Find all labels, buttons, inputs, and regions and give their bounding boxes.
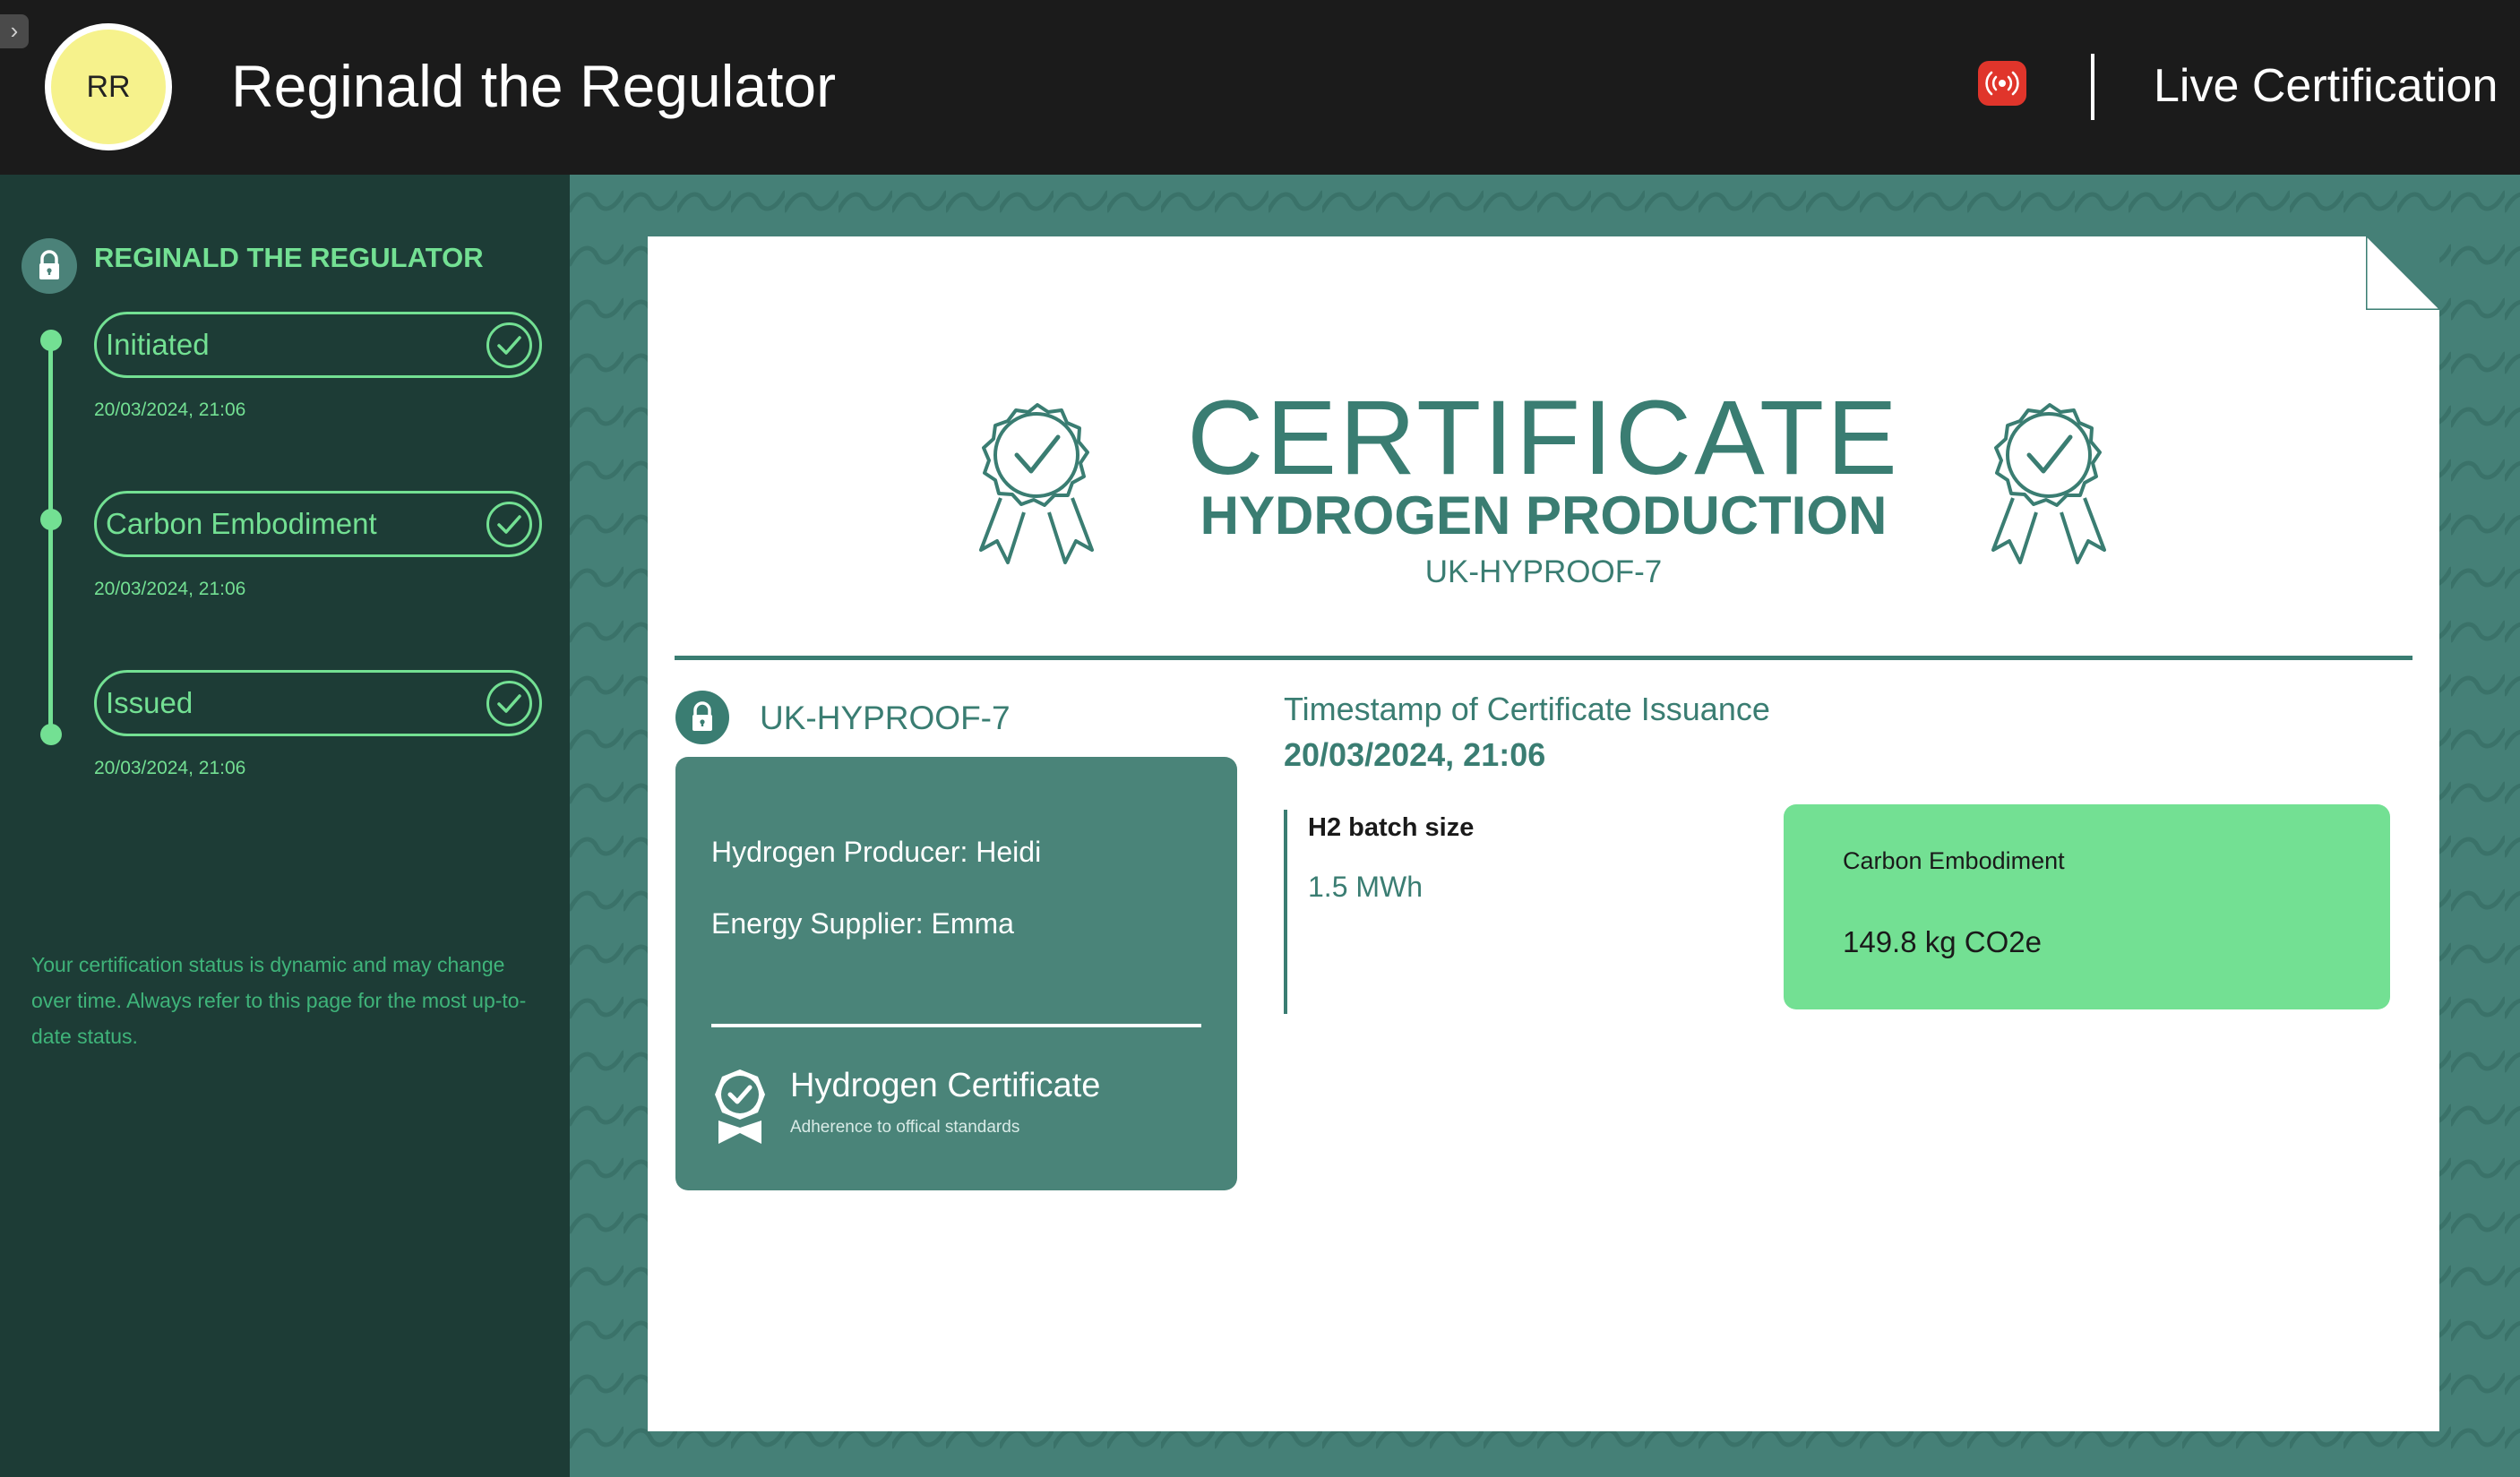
expand-sidebar-button[interactable]: › xyxy=(0,14,29,48)
batch-size-value: 1.5 MWh xyxy=(1308,871,1423,903)
live-certification-label: Live Certification xyxy=(2154,60,2498,112)
carbon-label: Carbon Embodiment xyxy=(1843,847,2065,874)
timeline-dot xyxy=(40,330,62,351)
avatar: RR xyxy=(45,23,172,150)
sidebar: REGINALD THE REGULATOR Initiated 20/03/2… xyxy=(0,175,570,1477)
lock-icon xyxy=(22,238,77,294)
step-timestamp: 20/03/2024, 21:06 xyxy=(94,579,246,599)
check-circle-icon xyxy=(486,681,532,726)
certificate-badge-icon xyxy=(715,1069,765,1144)
page-fold xyxy=(2366,236,2439,310)
status-note: Your certification status is dynamic and… xyxy=(31,953,527,1048)
step-issued[interactable]: Issued xyxy=(94,670,542,736)
step-label: Issued xyxy=(106,686,194,719)
sidebar-heading: REGINALD THE REGULATOR xyxy=(94,242,484,273)
step-label: Initiated xyxy=(106,328,210,361)
chevron-right-icon: › xyxy=(10,17,19,44)
certificate-title: CERTIFICATE xyxy=(1187,379,1900,497)
top-header: › RR Reginald the Regulator Live Certifi… xyxy=(0,0,2520,175)
carbon-embodiment-card: Carbon Embodiment 149.8 kg CO2e xyxy=(1784,804,2390,1009)
step-label: Carbon Embodiment xyxy=(106,507,377,540)
certificate-info-card: Hydrogen Producer: Heidi Energy Supplier… xyxy=(675,757,1237,1190)
supplier-text: Energy Supplier: Emma xyxy=(711,907,1014,940)
lock-icon xyxy=(675,691,729,744)
page-title: Reginald the Regulator xyxy=(231,53,837,119)
batch-size-label: H2 batch size xyxy=(1308,813,1475,842)
step-timestamp: 20/03/2024, 21:06 xyxy=(94,758,246,778)
header-divider xyxy=(2091,54,2094,120)
avatar-initials: RR xyxy=(86,69,131,104)
main-content[interactable]: CERTIFICATE HYDROGEN PRODUCTION UK-HYPRO… xyxy=(570,175,2520,1477)
check-circle-icon xyxy=(486,322,532,368)
timestamp-label: Timestamp of Certificate Issuance xyxy=(1284,691,1770,727)
timestamp-value: 20/03/2024, 21:06 xyxy=(1284,736,1546,773)
carbon-value: 149.8 kg CO2e xyxy=(1843,925,2042,958)
certificate-subtitle: HYDROGEN PRODUCTION xyxy=(1200,485,1888,545)
certificate-code: UK-HYPROOF-7 xyxy=(1424,554,1663,589)
timeline-line xyxy=(48,340,53,740)
timeline-dot xyxy=(40,509,62,530)
step-timestamp: 20/03/2024, 21:06 xyxy=(94,399,246,420)
step-initiated[interactable]: Initiated xyxy=(94,312,542,378)
check-circle-icon xyxy=(486,502,532,547)
badge-subtitle: Adherence to offical standards xyxy=(790,1118,1020,1137)
timeline-dot xyxy=(40,724,62,745)
producer-text: Hydrogen Producer: Heidi xyxy=(711,836,1042,868)
step-carbon-embodiment[interactable]: Carbon Embodiment xyxy=(94,491,542,557)
divider xyxy=(675,656,2412,660)
certificate-id: UK-HYPROOF-7 xyxy=(760,700,1011,736)
certificate-document: CERTIFICATE HYDROGEN PRODUCTION UK-HYPRO… xyxy=(648,236,2439,1431)
divider xyxy=(711,1024,1201,1027)
badge-title: Hydrogen Certificate xyxy=(790,1067,1101,1104)
broadcast-icon[interactable] xyxy=(1978,61,2026,106)
batch-rule xyxy=(1284,810,1287,1014)
